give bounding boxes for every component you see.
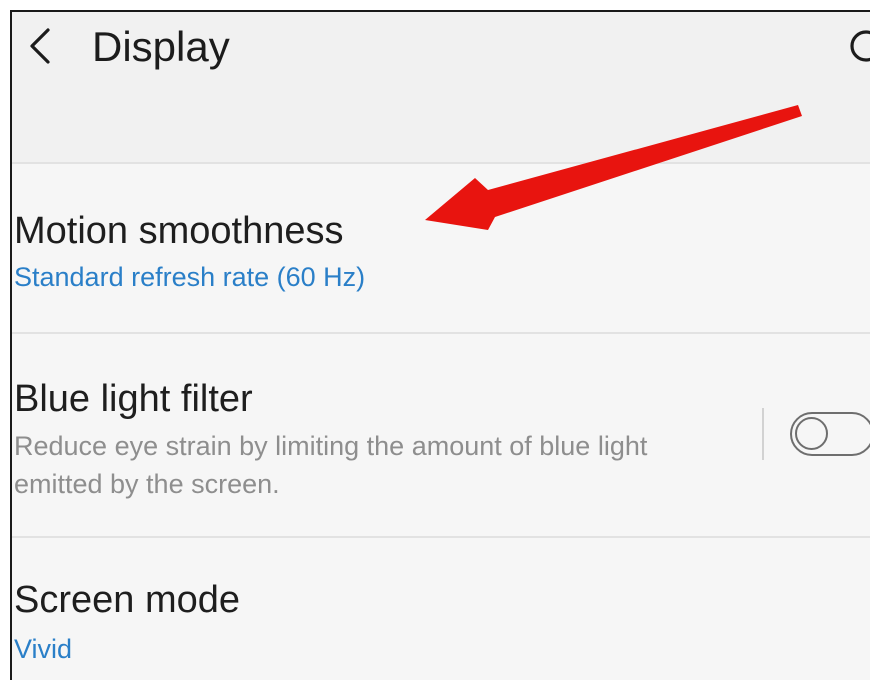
- page-title: Display: [92, 23, 230, 70]
- back-arrow-icon: [30, 28, 50, 64]
- search-icon: [850, 30, 870, 62]
- setting-motion-smoothness[interactable]: Motion smoothness Standard refresh rate …: [12, 164, 870, 332]
- toggle-knob: [795, 417, 828, 450]
- phone-screen: Display Motion smoothness Standard refre…: [10, 10, 870, 680]
- setting-title: Blue light filter: [14, 378, 253, 420]
- setting-title: Motion smoothness: [14, 210, 344, 252]
- setting-screen-mode[interactable]: Screen mode Vivid: [12, 538, 870, 680]
- search-button[interactable]: [844, 24, 870, 68]
- vertical-separator: [762, 408, 764, 460]
- setting-blue-light-filter[interactable]: Blue light filter Reduce eye strain by l…: [12, 334, 870, 536]
- setting-value: Standard refresh rate (60 Hz): [14, 262, 366, 292]
- back-button[interactable]: [20, 24, 64, 68]
- blue-light-filter-toggle[interactable]: [790, 412, 870, 456]
- app-bar: Display: [12, 12, 870, 162]
- setting-title: Screen mode: [14, 579, 241, 621]
- setting-description: Reduce eye strain by limiting the amount…: [14, 431, 648, 499]
- setting-value: Vivid: [14, 634, 73, 664]
